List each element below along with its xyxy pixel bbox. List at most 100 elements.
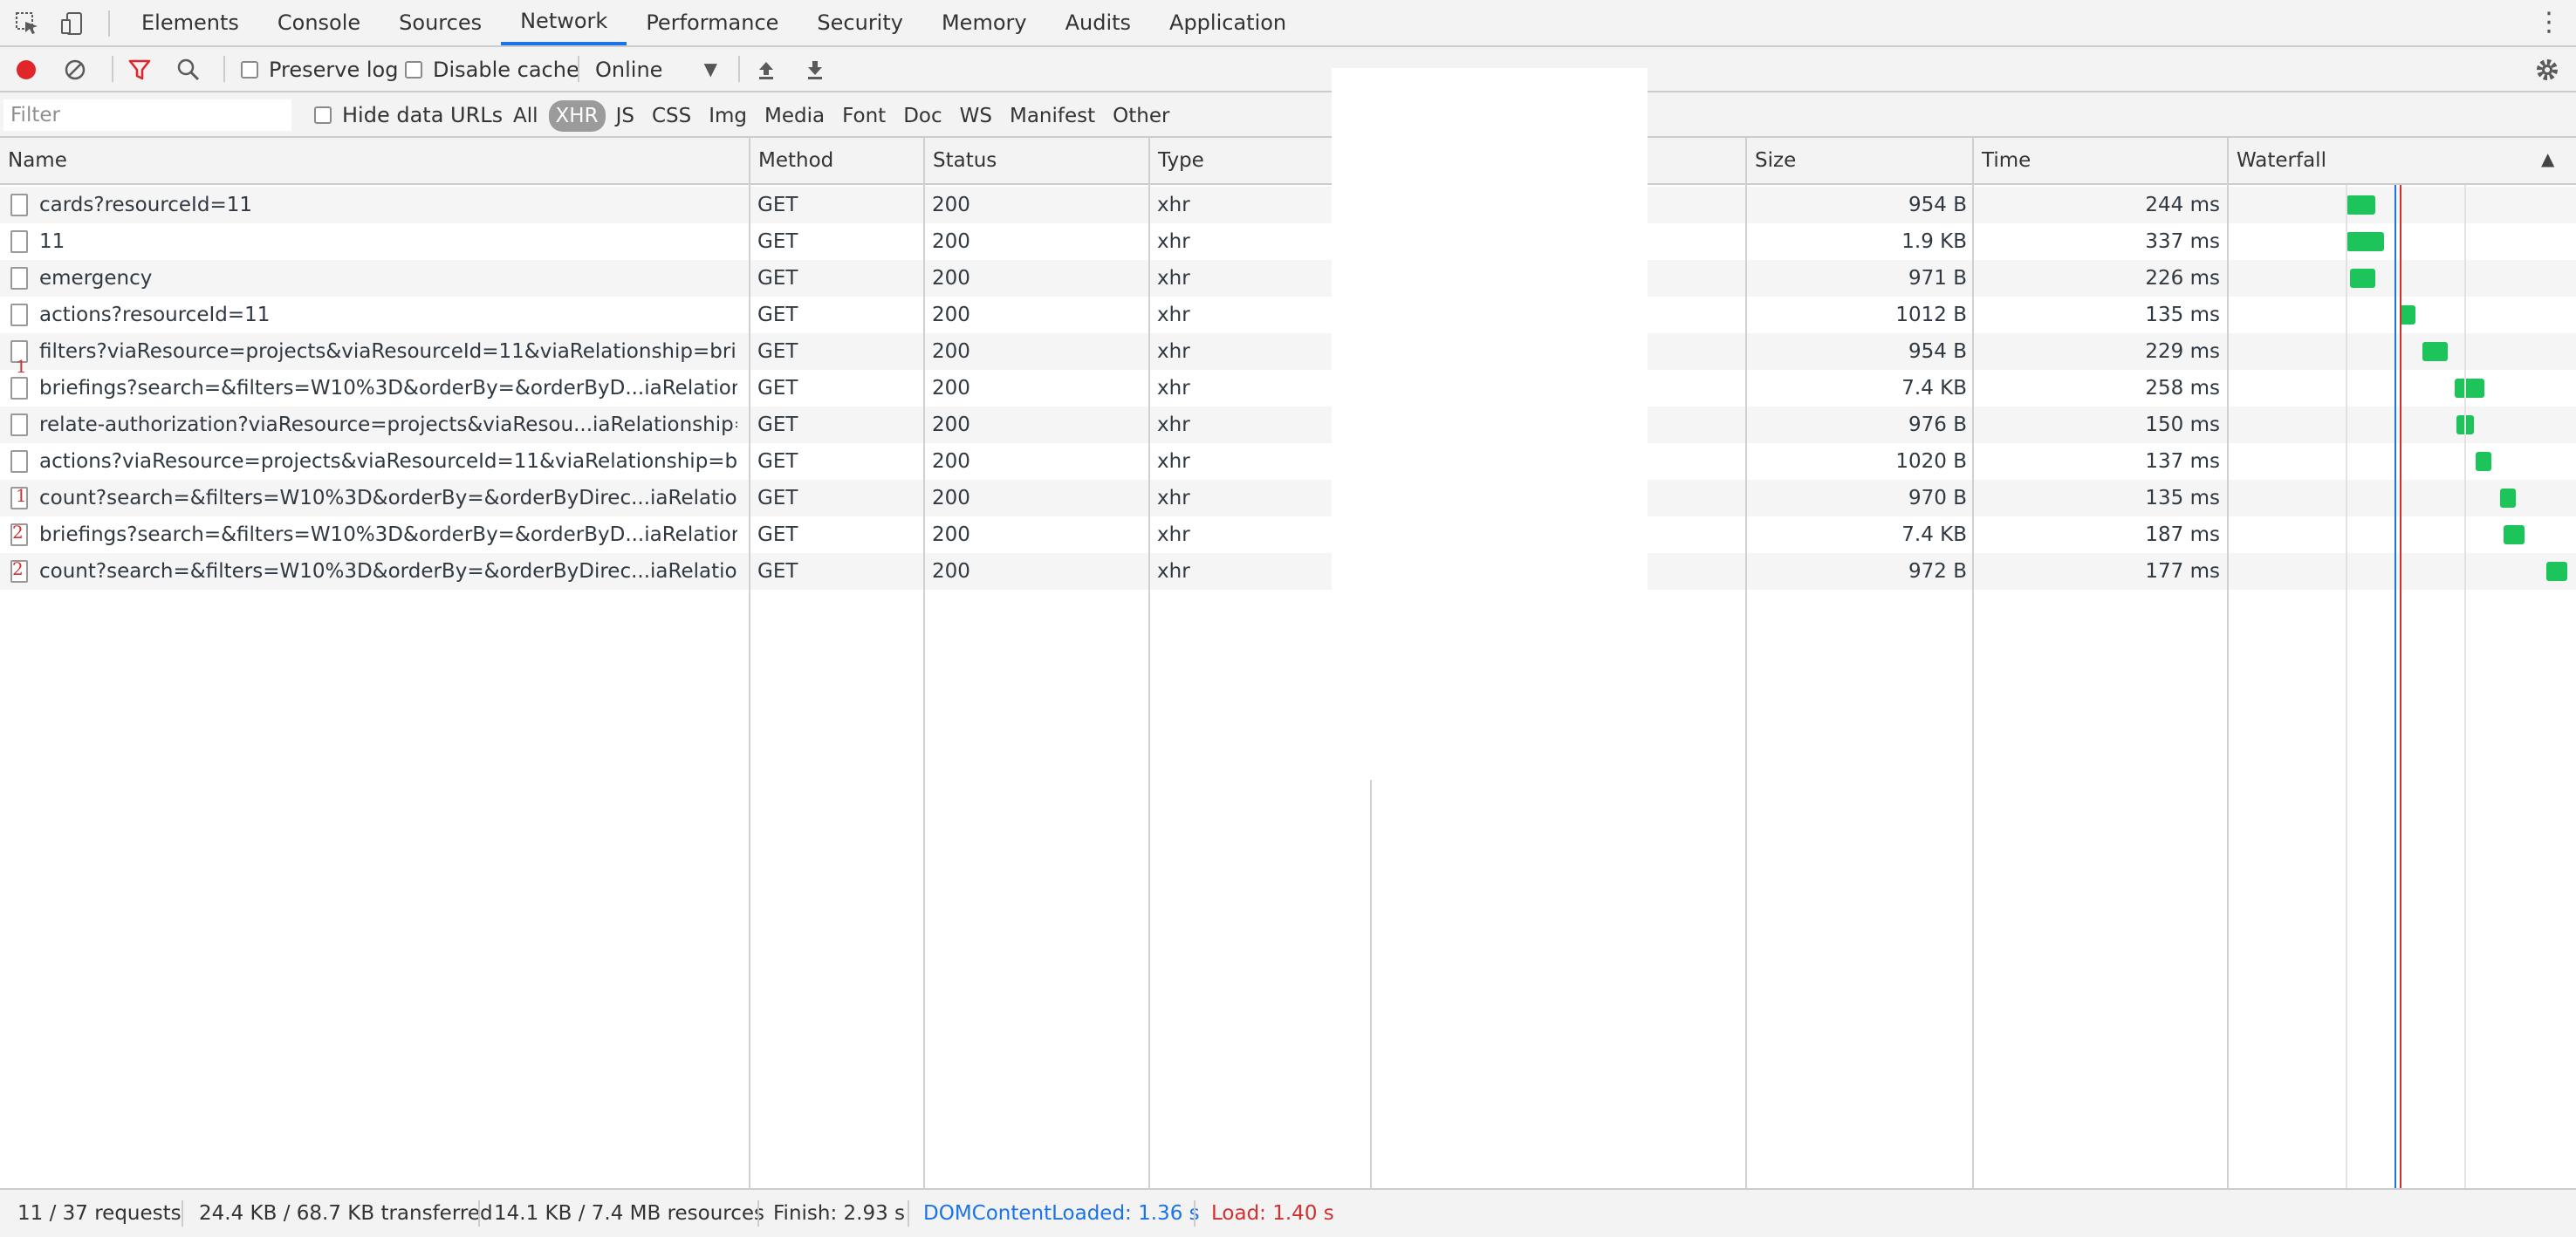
checkbox-box[interactable] — [314, 106, 332, 124]
column-header-waterfall[interactable]: Waterfall — [2229, 138, 2560, 183]
export-har-icon[interactable] — [803, 55, 827, 85]
checkbox-box[interactable] — [405, 61, 422, 79]
checkbox-box[interactable] — [241, 61, 258, 79]
request-name: count?search=&filters=W10%3D&orderBy=&or… — [39, 487, 737, 509]
table-row[interactable]: actions?viaResource=projects&viaResource… — [0, 443, 2576, 480]
settings-gear-icon[interactable] — [2534, 55, 2560, 85]
preserve-log-checkbox[interactable]: Preserve log — [241, 55, 398, 85]
type-filter-css[interactable]: CSS — [645, 100, 698, 132]
type-filter-manifest[interactable]: Manifest — [1003, 100, 1102, 132]
record-button[interactable] — [14, 55, 38, 85]
tab-security[interactable]: Security — [798, 0, 922, 45]
waterfall-bar[interactable] — [2455, 379, 2484, 398]
table-row[interactable]: actions?resourceId=11 GET 200 xhr 1012 B 135 … — [0, 297, 2576, 333]
waterfall-bar[interactable] — [2400, 305, 2415, 325]
type-filter-font[interactable]: Font — [835, 100, 893, 132]
type-filter-doc[interactable]: Doc — [896, 100, 949, 132]
column-header-name[interactable]: Name — [0, 138, 749, 183]
waterfall-bar[interactable] — [2546, 562, 2567, 581]
request-size: 7.4 KB — [1901, 377, 1967, 400]
table-row[interactable]: relate-authorization?viaResource=project… — [0, 407, 2576, 443]
request-method: GET — [757, 450, 798, 473]
tab-console[interactable]: Console — [258, 0, 380, 45]
column-header-size[interactable]: Size — [1747, 138, 1970, 183]
waterfall-gridline — [2346, 185, 2347, 1188]
search-icon[interactable] — [176, 55, 201, 85]
request-status: 200 — [932, 340, 970, 363]
request-status: 200 — [932, 560, 970, 583]
tab-application[interactable]: Application — [1150, 0, 1305, 45]
waterfall-bar[interactable] — [2349, 269, 2376, 288]
request-time: 177 ms — [2145, 560, 2220, 583]
column-divider[interactable] — [2227, 138, 2229, 1188]
table-row[interactable]: emergency GET 200 xhr 971 B 226 ms — [0, 260, 2576, 297]
request-name: actions?resourceId=11 — [39, 304, 271, 326]
type-filter-xhr[interactable]: XHR — [548, 100, 606, 132]
sort-ascending-icon[interactable]: ▲ — [2541, 148, 2554, 169]
tab-network[interactable]: Network — [501, 0, 627, 45]
column-header-status[interactable]: Status — [925, 138, 1148, 183]
table-row[interactable]: cards?resourceId=11 GET 200 xhr 954 B 244 ms — [0, 187, 2576, 223]
column-header-time[interactable]: Time — [1974, 138, 2225, 183]
type-filter-other[interactable]: Other — [1106, 100, 1176, 132]
network-request-table: cards?resourceId=11 GET 200 xhr 954 B 244 ms 1… — [0, 68, 2576, 1188]
waterfall-bar[interactable] — [2499, 489, 2516, 508]
column-divider[interactable] — [1745, 138, 1747, 1188]
waterfall-bar[interactable] — [2422, 342, 2449, 361]
table-row[interactable]: 1 count?search=&filters=W10%3D&orderBy=&o… — [0, 480, 2576, 516]
column-divider[interactable] — [1972, 138, 1974, 1188]
tab-performance[interactable]: Performance — [627, 0, 798, 45]
type-filter-ws[interactable]: WS — [953, 100, 999, 132]
request-size: 970 B — [1908, 487, 1967, 509]
request-time: 244 ms — [2145, 194, 2220, 216]
waterfall-bar[interactable] — [2503, 525, 2525, 544]
more-options-icon[interactable]: ⋮ — [2536, 7, 2562, 38]
column-divider[interactable] — [923, 138, 925, 1188]
waterfall-bar[interactable] — [2346, 232, 2385, 251]
import-har-icon[interactable] — [754, 55, 778, 85]
device-toolbar-icon[interactable] — [58, 9, 87, 38]
tab-sources[interactable]: Sources — [380, 0, 501, 45]
initiator-badge: 1 — [16, 485, 27, 506]
clear-icon[interactable] — [63, 55, 87, 85]
tab-memory[interactable]: Memory — [922, 0, 1046, 45]
throttling-select[interactable]: Online ▼ — [595, 55, 717, 85]
request-time: 135 ms — [2145, 304, 2220, 326]
request-size: 954 B — [1908, 340, 1967, 363]
waterfall-bar[interactable] — [2346, 195, 2376, 215]
filter-bar: Hide data URLs AllXHRJSCSSImgMediaFontDo… — [0, 92, 2576, 138]
type-filter-media[interactable]: Media — [757, 100, 832, 132]
type-filter-all[interactable]: All — [506, 100, 545, 132]
finish-time: Finish: 2.93 s — [773, 1202, 906, 1225]
table-header: Name Method Status Type Size Time Waterf… — [0, 138, 2576, 185]
inspect-element-icon[interactable] — [12, 9, 42, 38]
request-status: 200 — [932, 413, 970, 436]
column-divider[interactable] — [749, 138, 750, 1188]
table-row[interactable]: filters?viaResource=projects&viaResource… — [0, 333, 2576, 370]
table-row[interactable]: 11 GET 200 xhr 1.9 KB 337 ms — [0, 223, 2576, 260]
request-method: GET — [757, 230, 798, 253]
tab-elements[interactable]: Elements — [122, 0, 258, 45]
file-icon — [10, 267, 28, 290]
table-row[interactable]: 1 briefings?search=&filters=W10%3D&orderB… — [0, 356, 2576, 407]
waterfall-bar[interactable] — [2476, 452, 2491, 471]
throttling-value: Online — [595, 58, 663, 82]
filter-input[interactable] — [3, 99, 291, 131]
table-row[interactable]: 2 count?search=&filters=W10%3D&orderBy=&o… — [0, 553, 2576, 590]
hide-data-urls-checkbox[interactable]: Hide data URLs — [314, 100, 503, 130]
request-size: 7.4 KB — [1901, 523, 1967, 546]
occluded-region-edge — [1370, 780, 1372, 1188]
occluded-region — [1332, 68, 1648, 748]
request-status: 200 — [932, 450, 970, 473]
disable-cache-checkbox[interactable]: Disable cache — [405, 55, 579, 85]
column-header-method[interactable]: Method — [750, 138, 923, 183]
column-divider[interactable] — [1148, 138, 1150, 1188]
request-count: 11 / 37 requests — [17, 1202, 182, 1225]
request-time: 187 ms — [2145, 523, 2220, 546]
tab-audits[interactable]: Audits — [1046, 0, 1150, 45]
request-time: 226 ms — [2145, 267, 2220, 290]
filter-icon[interactable] — [127, 55, 152, 85]
type-filter-img[interactable]: Img — [702, 100, 754, 132]
type-filter-js[interactable]: JS — [609, 100, 641, 132]
table-row[interactable]: 2 briefings?search=&filters=W10%3D&orderB… — [0, 516, 2576, 553]
